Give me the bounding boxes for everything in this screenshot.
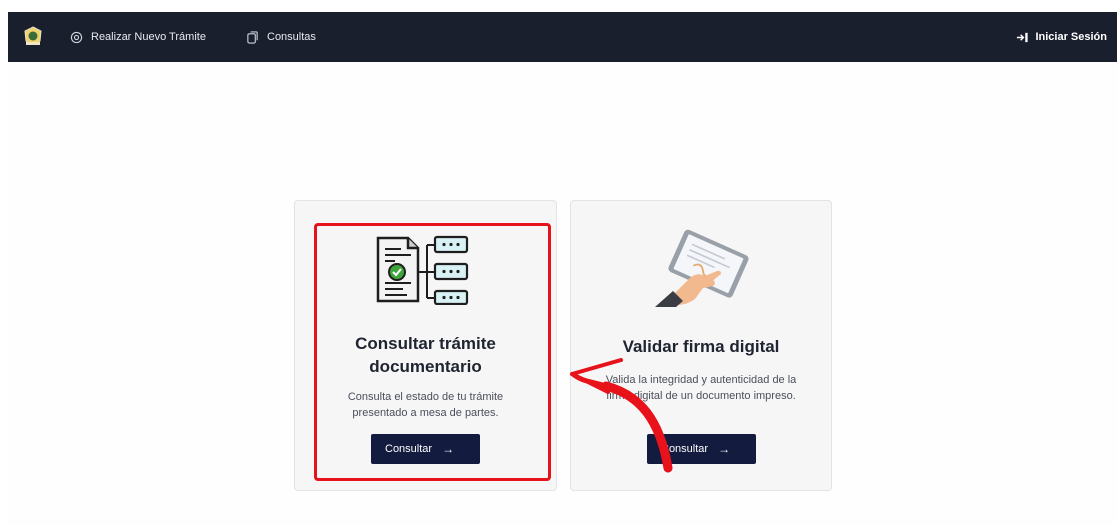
card-consult-procedure: Consultar trámite documentario Consulta … — [294, 200, 557, 491]
gear-icon — [70, 31, 83, 43]
tablet-signature-icon — [655, 229, 749, 307]
card-description: Consulta el estado de tu trámite present… — [347, 391, 504, 419]
nav-new-procedure-label: Realizar Nuevo Trámite — [91, 31, 206, 43]
crest-logo-icon[interactable] — [22, 26, 44, 48]
nav-consultas[interactable]: Consultas — [246, 12, 316, 62]
nav-consultas-label: Consultas — [267, 31, 316, 43]
login-button[interactable]: Iniciar Sesión — [1016, 12, 1107, 62]
arrow-right-icon: → — [718, 442, 731, 456]
card-description: Valida la integridad y autenticidad de l… — [605, 374, 797, 402]
documents-icon — [247, 30, 258, 44]
nav-new-procedure[interactable]: Realizar Nuevo Trámite — [70, 12, 206, 62]
document-tracking-icon — [376, 235, 469, 305]
login-label: Iniciar Sesión — [1035, 31, 1107, 43]
consult-procedure-button[interactable]: Consultar → — [371, 434, 480, 464]
validate-signature-button[interactable]: Consultar → — [647, 434, 756, 464]
card-title: Consultar trámite documentario — [355, 334, 496, 376]
login-arrow-icon — [1017, 32, 1029, 42]
button-label: Consultar — [661, 443, 709, 455]
app-frame: Realizar Nuevo Trámite Consultas Iniciar… — [8, 12, 1117, 525]
top-navbar: Realizar Nuevo Trámite Consultas Iniciar… — [8, 12, 1117, 62]
button-label: Consultar — [385, 443, 433, 455]
arrow-right-icon: → — [442, 442, 455, 456]
card-validate-signature: Validar firma digital Valida la integrid… — [570, 200, 832, 491]
card-title: Validar firma digital — [622, 337, 780, 356]
